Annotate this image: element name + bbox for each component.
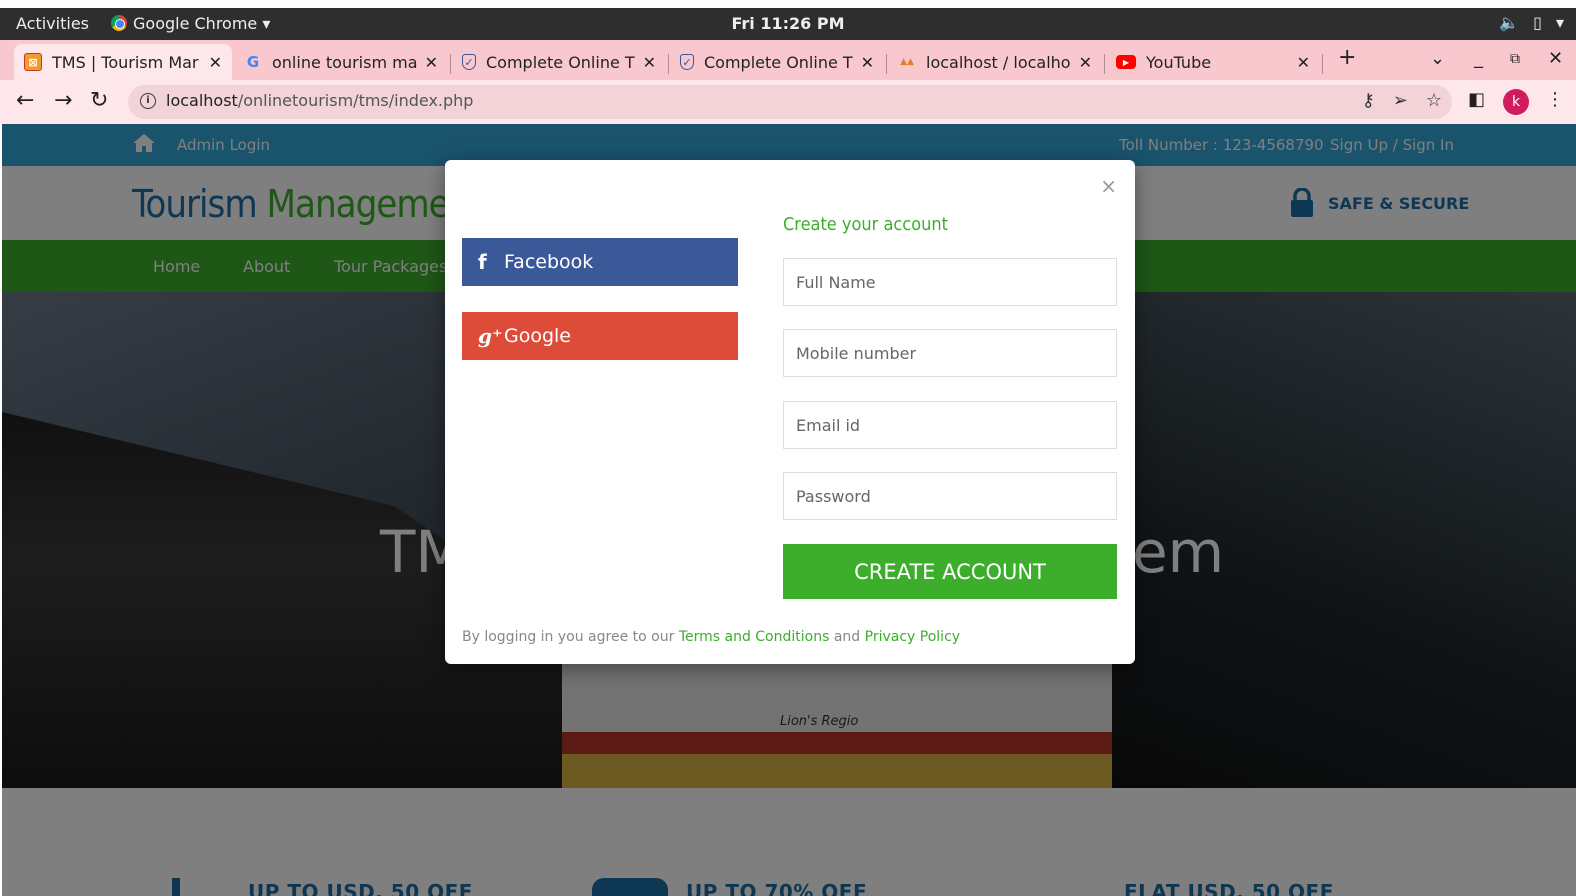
back-arrow-icon[interactable]: ←: [16, 88, 34, 113]
tab-title: YouTube: [1146, 52, 1212, 72]
side-panel-icon[interactable]: ◧: [1468, 89, 1485, 110]
phpmyadmin-icon: ▲▲: [900, 57, 914, 67]
tab-complete-online-2[interactable]: ✓ Complete Online T ✕: [670, 44, 884, 80]
tab-title: TMS | Tourism Mar: [52, 52, 199, 72]
forward-arrow-icon[interactable]: →: [54, 88, 72, 113]
tab-title: Complete Online T: [486, 52, 635, 72]
volume-icon[interactable]: 🔈: [1499, 13, 1519, 32]
tab-google-search[interactable]: G online tourism ma ✕: [234, 44, 448, 80]
tab-title: localhost / localho: [926, 52, 1071, 72]
close-tab-icon[interactable]: ✕: [643, 53, 656, 72]
tab-title: Complete Online T: [704, 52, 853, 72]
tab-search-chevron-icon[interactable]: ⌄: [1430, 48, 1445, 69]
address-bar[interactable]: i localhost/onlinetourism/tms/index.php …: [128, 85, 1452, 119]
screen: Activities Google Chrome ▾ Fri 11:26 PM …: [0, 0, 1576, 896]
tab-separator: [1322, 54, 1323, 74]
mobile-number-input[interactable]: [783, 329, 1117, 377]
email-input[interactable]: [783, 401, 1117, 449]
restore-icon[interactable]: ⧉: [1510, 51, 1520, 67]
close-tab-icon[interactable]: ✕: [861, 53, 874, 72]
close-modal-icon[interactable]: ×: [1100, 174, 1117, 198]
password-input[interactable]: [783, 472, 1117, 520]
tab-separator: [668, 54, 669, 74]
url-text[interactable]: localhost/onlinetourism/tms/index.php: [166, 91, 473, 110]
tab-separator: [1104, 54, 1105, 74]
tab-tms[interactable]: ⊠ TMS | Tourism Mar ✕: [14, 44, 232, 80]
create-account-button[interactable]: CREATE ACCOUNT: [783, 544, 1117, 599]
bookmark-star-icon[interactable]: ☆: [1426, 90, 1442, 111]
google-plus-icon: g⁺: [478, 324, 503, 348]
close-window-icon[interactable]: ✕: [1548, 48, 1563, 69]
clock[interactable]: Fri 11:26 PM: [0, 14, 1576, 33]
tab-phpmyadmin[interactable]: ▲▲ localhost / localho ✕: [888, 44, 1102, 80]
google-icon: G: [246, 53, 260, 71]
chrome-menu-icon[interactable]: ⋮: [1546, 89, 1564, 110]
google-button[interactable]: g⁺ Google: [462, 312, 738, 360]
terms-prefix: By logging in you agree to our: [462, 629, 675, 645]
tab-separator: [886, 54, 887, 74]
full-name-input[interactable]: [783, 258, 1117, 306]
tms-favicon-icon: ⊠: [24, 53, 42, 71]
url-host: localhost: [166, 91, 238, 110]
terms-notice: By logging in you agree to our Terms and…: [462, 629, 960, 645]
send-icon[interactable]: ➢: [1393, 90, 1408, 111]
privacy-policy-link[interactable]: Privacy Policy: [865, 629, 960, 645]
terms-link[interactable]: Terms and Conditions: [679, 629, 830, 645]
tab-complete-online-1[interactable]: ✓ Complete Online T ✕: [452, 44, 666, 80]
key-icon[interactable]: ⚷: [1362, 90, 1375, 111]
close-tab-icon[interactable]: ✕: [1079, 53, 1092, 72]
url-path: /onlinetourism/tms/index.php: [237, 91, 474, 110]
shield-icon: ✓: [680, 54, 694, 70]
browser-tab-strip: ⊠ TMS | Tourism Mar ✕ G online tourism m…: [0, 40, 1576, 80]
reload-icon[interactable]: ↻: [90, 88, 108, 113]
minimize-icon[interactable]: _: [1474, 48, 1483, 69]
google-label: Google: [504, 325, 572, 347]
youtube-icon: ▶: [1116, 55, 1136, 69]
close-tab-icon[interactable]: ✕: [209, 53, 222, 72]
create-account-heading: Create your account: [783, 214, 948, 235]
close-tab-icon[interactable]: ✕: [1297, 53, 1310, 72]
tab-youtube[interactable]: ▶ YouTube ✕: [1106, 44, 1320, 80]
system-menu-caret-icon[interactable]: ▾: [1556, 13, 1564, 32]
new-tab-plus-icon[interactable]: +: [1338, 45, 1356, 70]
signup-modal: × f Facebook g⁺ Google Create your accou…: [445, 160, 1135, 664]
terms-and: and: [833, 629, 861, 645]
facebook-button[interactable]: f Facebook: [462, 238, 738, 286]
site-info-icon[interactable]: i: [140, 93, 156, 109]
system-top-bar: Activities Google Chrome ▾ Fri 11:26 PM …: [0, 8, 1576, 40]
facebook-label: Facebook: [504, 251, 594, 273]
shield-icon: ✓: [462, 54, 476, 70]
facebook-icon: f: [478, 250, 487, 274]
browser-toolbar: ← → ↻ i localhost/onlinetourism/tms/inde…: [0, 80, 1576, 124]
battery-icon[interactable]: ▯: [1533, 13, 1542, 32]
tab-separator: [450, 54, 451, 74]
tab-title: online tourism ma: [272, 52, 417, 72]
close-tab-icon[interactable]: ✕: [425, 53, 438, 72]
profile-avatar[interactable]: k: [1503, 89, 1529, 115]
